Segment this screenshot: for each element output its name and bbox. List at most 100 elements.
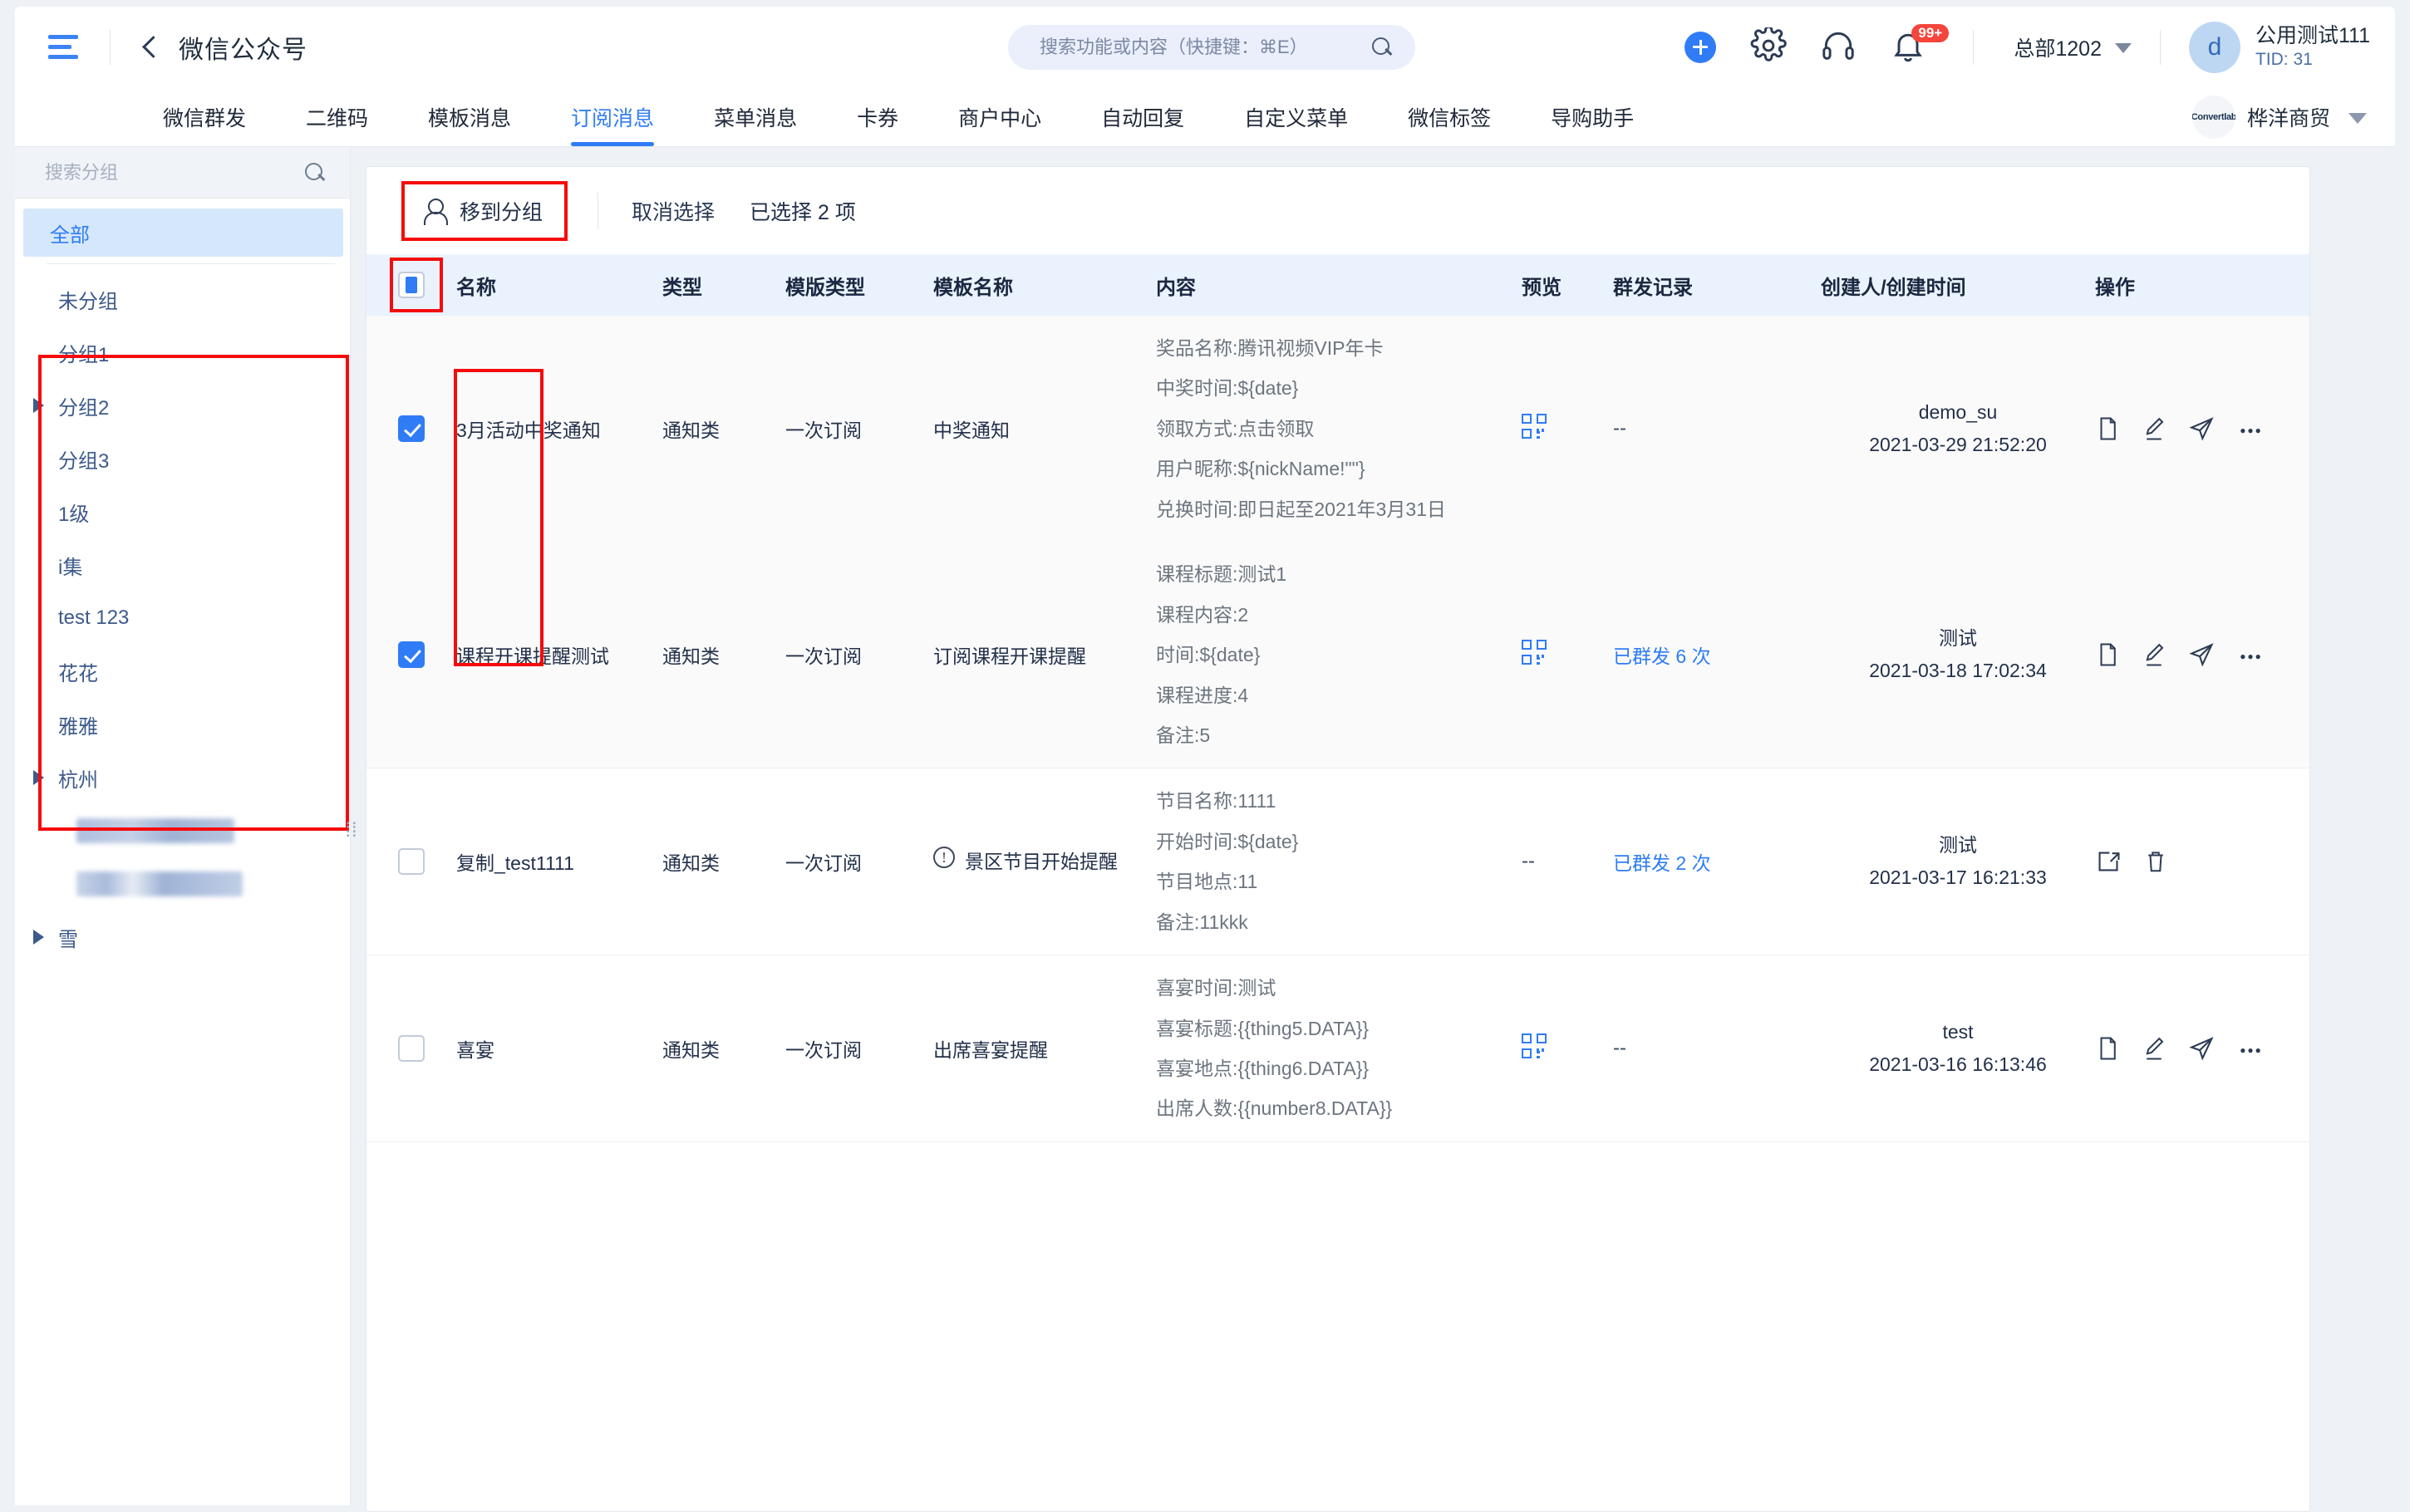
tab-subscription-message[interactable]: 订阅消息 [571, 87, 655, 146]
more-icon[interactable] [2236, 641, 2265, 669]
sidebar-item-test123[interactable]: test 123 [15, 592, 350, 645]
qr-code-icon[interactable] [1522, 414, 1547, 439]
tab-wechat-tag[interactable]: 微信标签 [1408, 87, 1491, 146]
sidebar-item-group3[interactable]: 分组3 [15, 432, 350, 485]
cell-name: 喜宴 [456, 955, 662, 1142]
sidebar-item-huahua[interactable]: 花花 [15, 645, 350, 698]
edit-icon[interactable] [2142, 1034, 2167, 1063]
user-info[interactable]: 公用测试111 TID: 31 [2255, 23, 2370, 71]
department-selector[interactable]: 总部1202 [2014, 32, 2132, 62]
sidebar-item-xue[interactable]: 雪 [15, 911, 350, 964]
creator-block: 测试 2021-03-17 16:21:33 [1821, 829, 2095, 894]
settings-button[interactable] [1750, 25, 1790, 67]
table-row[interactable]: 课程开课提醒测试 通知类 一次订阅 订阅课程开课提醒 课程标题:测试1 课程内容… [366, 542, 2309, 769]
caret-right-icon[interactable] [33, 398, 44, 413]
mass-record-link[interactable]: 已群发 2 次 [1613, 852, 1711, 874]
caret-right-icon[interactable] [33, 930, 44, 945]
row-actions [2095, 641, 2309, 669]
nav-tabs: 微信群发 二维码 模板消息 订阅消息 菜单消息 卡券 商户中心 自动回复 自定义… [163, 87, 1694, 146]
sidebar-item-redacted-2[interactable] [15, 857, 350, 911]
content-line: 备注:11kkk [1156, 911, 1248, 933]
copy-icon[interactable] [2095, 415, 2120, 443]
global-search[interactable] [1008, 25, 1415, 70]
row-checkbox[interactable] [398, 848, 425, 876]
copy-icon[interactable] [2095, 1034, 2120, 1063]
edit-icon[interactable] [2142, 641, 2167, 669]
send-icon[interactable] [2188, 641, 2215, 669]
more-icon[interactable] [2236, 1034, 2265, 1063]
qr-code-icon[interactable] [1522, 1033, 1547, 1058]
more-icon[interactable] [2236, 415, 2265, 443]
sidebar-item-iji[interactable]: i集 [15, 538, 350, 592]
brand-selector[interactable]: Convertlab 桦洋商贸 [2191, 87, 2367, 147]
table-header: 名称 类型 模版类型 模板名称 内容 预览 群发记录 创建人/创建时间 操作 [366, 254, 2309, 316]
column-header-mass-record: 群发记录 [1613, 254, 1821, 316]
template-name-with-warning: ! 景区节目开始提醒 [933, 846, 1156, 877]
sidebar-item-all[interactable]: 全部 [23, 209, 343, 257]
send-icon[interactable] [2188, 1034, 2215, 1063]
caret-right-icon[interactable] [33, 770, 44, 785]
tab-guide-assistant[interactable]: 导购助手 [1551, 87, 1634, 146]
back-chevron-icon[interactable] [139, 37, 160, 58]
cell-template-name: 出席喜宴提醒 [933, 955, 1156, 1142]
tab-template-message[interactable]: 模板消息 [428, 87, 511, 146]
row-select-cell[interactable] [366, 316, 456, 542]
content-line: 开始时间:${date} [1156, 830, 1299, 852]
send-icon[interactable] [2188, 415, 2215, 443]
sidebar-item-group1[interactable]: 分组1 [15, 326, 350, 379]
row-checkbox[interactable] [398, 641, 425, 669]
row-select-cell[interactable] [366, 955, 456, 1142]
column-header-template-type: 模版类型 [785, 254, 933, 316]
sidebar-item-redacted-1[interactable] [15, 804, 350, 857]
created-at: 2021-03-17 16:21:33 [1869, 866, 2047, 889]
sidebar-item-label: 未分组 [58, 290, 118, 313]
search-input[interactable] [1040, 37, 1347, 58]
move-to-group-button[interactable]: 移到分组 [401, 180, 568, 241]
group-search-input[interactable] [45, 161, 278, 184]
tab-wechat-mass[interactable]: 微信群发 [163, 87, 246, 146]
tab-merchant-center[interactable]: 商户中心 [958, 87, 1041, 146]
avatar[interactable]: d [2188, 21, 2240, 73]
table-row[interactable]: 喜宴 通知类 一次订阅 出席喜宴提醒 喜宴时间:测试 喜宴标题:{{thing5… [366, 955, 2309, 1142]
support-button[interactable] [1820, 27, 1860, 67]
copy-icon[interactable] [2095, 641, 2120, 669]
table-row[interactable]: 复制_test1111 通知类 一次订阅 ! 景区节目开始提醒 节目名称:111… [366, 768, 2309, 956]
cancel-selection-button[interactable]: 取消选择 [632, 196, 715, 226]
row-select-cell[interactable] [366, 542, 456, 769]
sidebar-item-group2[interactable]: 分组2 [15, 379, 350, 432]
qr-code-icon[interactable] [1522, 640, 1547, 665]
hamburger-icon[interactable] [48, 33, 81, 61]
row-select-cell[interactable] [366, 768, 456, 956]
department-label: 总部1202 [2014, 37, 2102, 61]
cell-mass-record[interactable]: 已群发 6 次 [1613, 542, 1821, 769]
user-tid: TID: 31 [2255, 50, 2313, 69]
mass-record-link[interactable]: 已群发 6 次 [1613, 646, 1711, 667]
sidebar-item-hangzhou[interactable]: 杭州 [15, 751, 350, 804]
cell-mass-record[interactable]: 已群发 2 次 [1613, 768, 1821, 956]
notifications-button[interactable]: 99+ [1890, 23, 1950, 67]
row-checkbox[interactable] [398, 1035, 425, 1062]
trash-icon[interactable] [2143, 847, 2168, 876]
sidebar-item-label: 分组2 [58, 396, 110, 420]
tab-coupon[interactable]: 卡券 [857, 87, 898, 146]
cell-template-type: 一次订阅 [785, 955, 933, 1142]
sidebar-item-level1[interactable]: 1级 [15, 485, 350, 538]
sidebar-splitter-handle[interactable]: ⁞⁞ [345, 814, 357, 847]
headset-icon [1822, 32, 1855, 60]
tab-qrcode[interactable]: 二维码 [306, 87, 368, 146]
tab-auto-reply[interactable]: 自动回复 [1101, 87, 1184, 146]
add-button[interactable] [1680, 27, 1720, 67]
sidebar-item-yaya[interactable]: 雅雅 [15, 698, 350, 751]
table-row[interactable]: 3月活动中奖通知 通知类 一次订阅 中奖通知 奖品名称:腾讯视频VIP年卡 中奖… [366, 316, 2309, 542]
row-checkbox[interactable] [398, 415, 425, 443]
cell-preview[interactable] [1522, 542, 1613, 769]
select-all-checkbox[interactable] [398, 272, 425, 298]
tab-custom-menu[interactable]: 自定义菜单 [1244, 87, 1348, 146]
restore-icon[interactable] [2095, 847, 2122, 876]
cell-preview[interactable] [1522, 955, 1613, 1142]
tab-menu-message[interactable]: 菜单消息 [714, 87, 797, 146]
edit-icon[interactable] [2142, 415, 2167, 443]
group-search[interactable] [15, 147, 350, 199]
sidebar-item-ungrouped[interactable]: 未分组 [15, 272, 350, 326]
cell-preview[interactable] [1522, 316, 1613, 542]
